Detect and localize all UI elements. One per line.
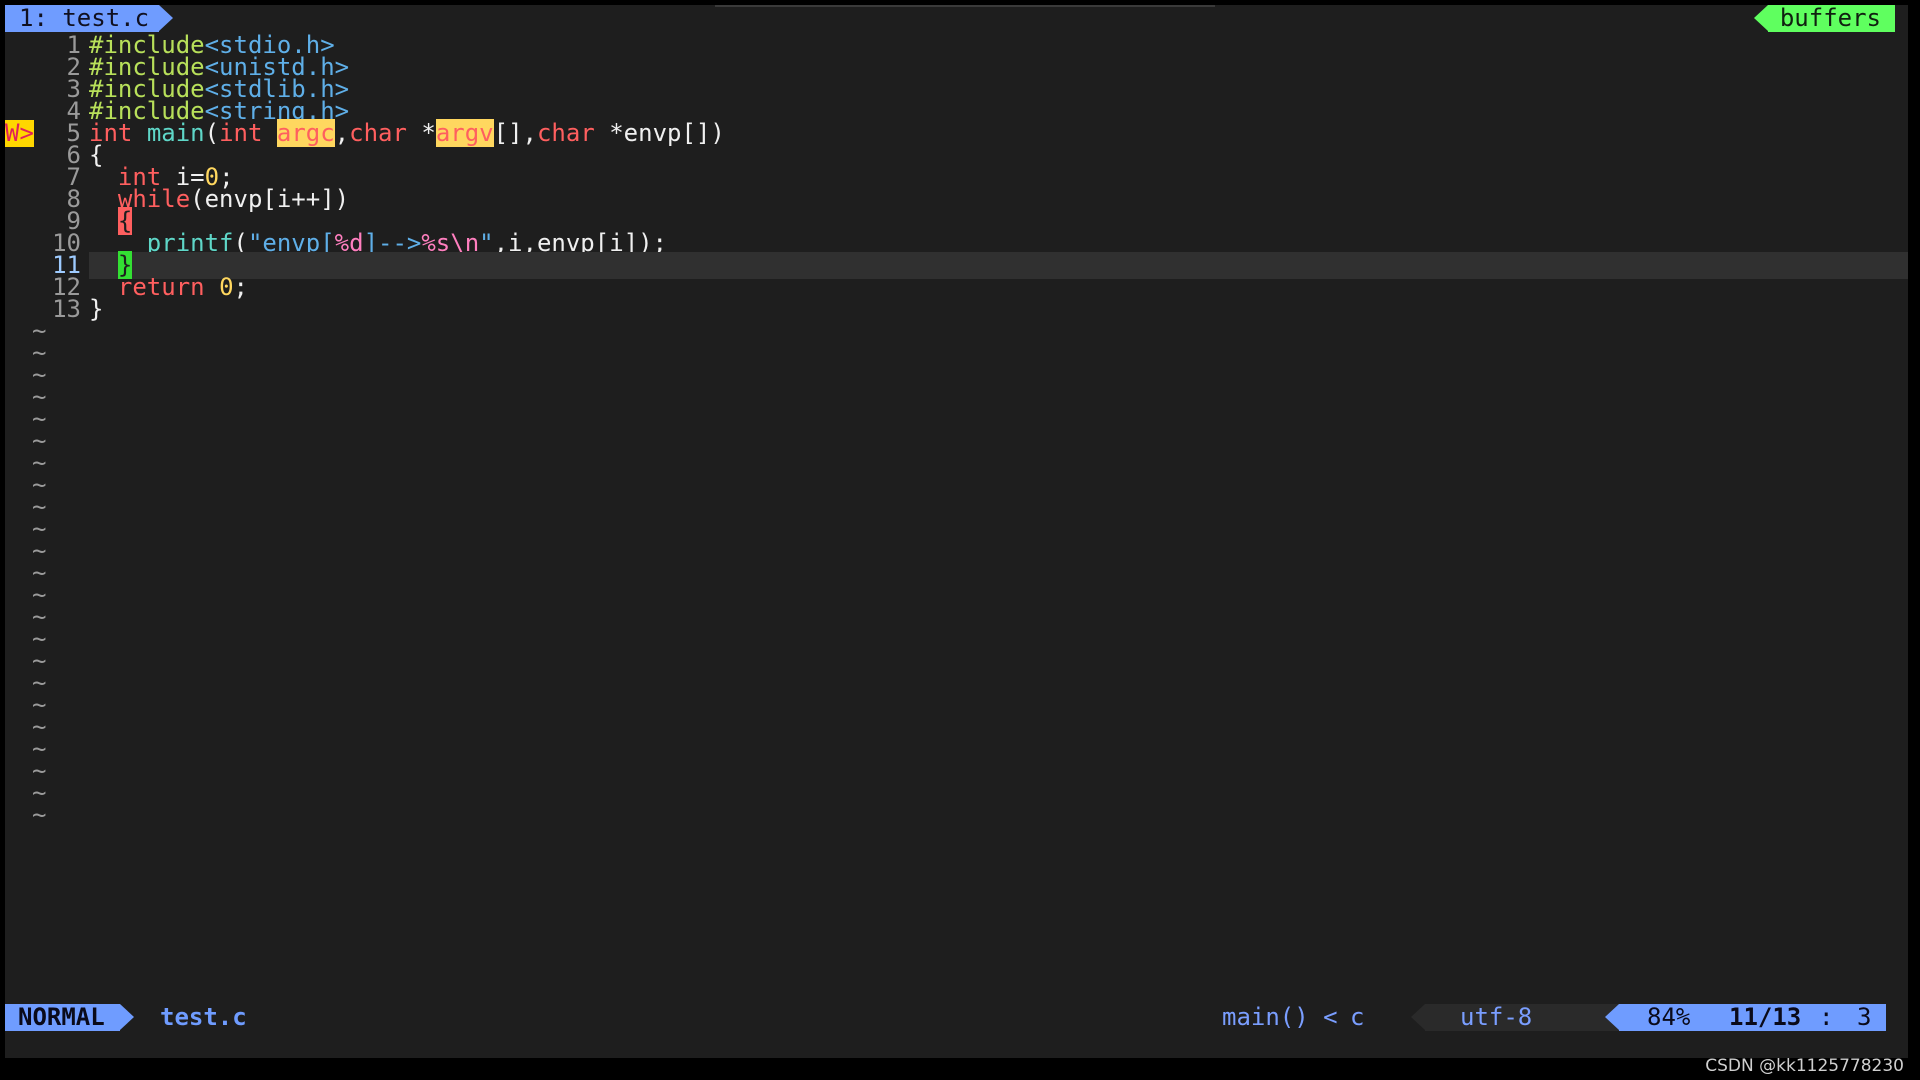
status-position-separator: : [1819, 1003, 1834, 1031]
watermark: CSDN @kk1125778230 [1705, 1056, 1904, 1076]
position-block: 84% 11/13 : 3 [1619, 1004, 1886, 1031]
status-line-position: 11/13 [1729, 1003, 1802, 1031]
editor-buffer[interactable]: 1 #include<stdio.h> 2 #include<unistd.h> 3 #i… [5, 32, 1908, 1004]
tabline: 1: test.c buffers [5, 5, 1908, 32]
screen: 1: test.c buffers 1 #include<stdio.h> 2 #in… [0, 0, 1920, 1080]
empty-buffer-line: ~ [5, 802, 1908, 829]
mode-label: NORMAL [18, 1003, 105, 1031]
status-encoding: utf-8 [1460, 1003, 1533, 1031]
status-function: main() < [1222, 1004, 1338, 1031]
tilde-marker: ~ [32, 801, 47, 829]
status-percent: 84% [1647, 1003, 1691, 1031]
status-filetype: c [1350, 1003, 1365, 1031]
status-column: 3 [1857, 1003, 1872, 1031]
buffers-arrow-separator [1754, 5, 1768, 31]
position-arrow-separator [1605, 1004, 1619, 1030]
function-separator: < [1323, 1003, 1338, 1031]
buffers-indicator[interactable]: buffers [1767, 5, 1895, 32]
tab-label: 1: test.c [19, 5, 150, 32]
tab-arrow-separator [159, 5, 173, 31]
mode-indicator: NORMAL [5, 1004, 120, 1031]
encoding-arrow-separator [1411, 1004, 1425, 1030]
buffers-label: buffers [1779, 5, 1881, 32]
mode-arrow-separator [120, 1004, 134, 1030]
status-filename: test.c [160, 1003, 247, 1031]
function-name: main() [1222, 1003, 1309, 1031]
vim-terminal[interactable]: 1: test.c buffers 1 #include<stdio.h> 2 #in… [5, 5, 1908, 1058]
tab-test-c[interactable]: 1: test.c [5, 5, 160, 32]
statusline: NORMAL test.c main() < c utf-8 84% 11/13… [5, 1004, 1908, 1031]
